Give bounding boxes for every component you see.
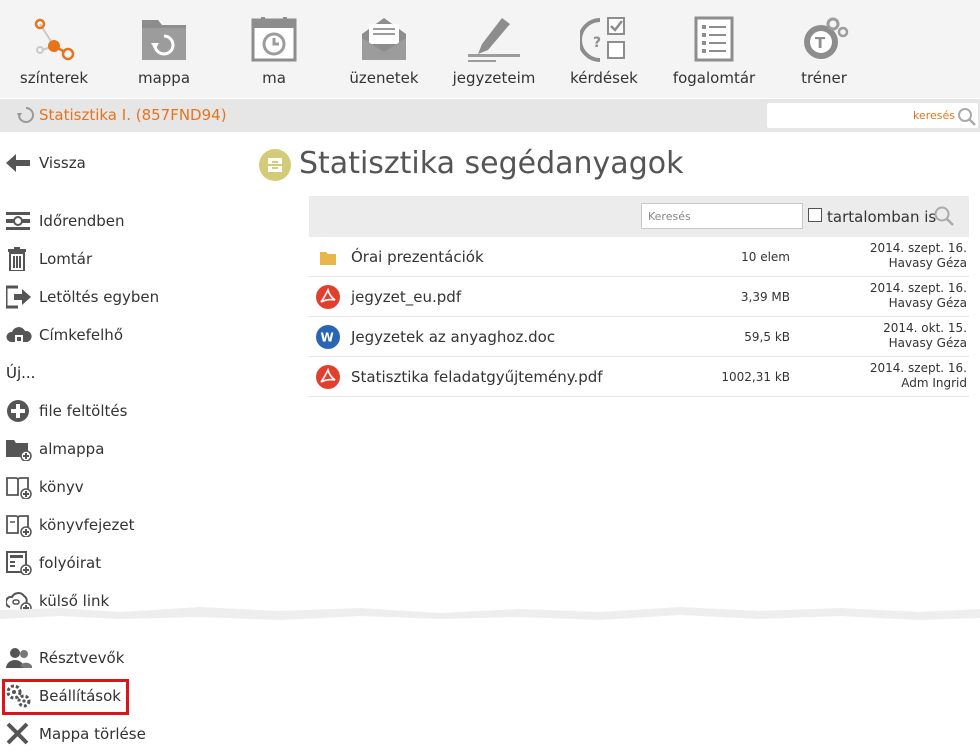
network-icon <box>34 18 75 61</box>
item-name[interactable]: jegyzet_eu.pdf <box>351 288 461 306</box>
toolbar-item-fogalomtar[interactable]: fogalomtár <box>664 0 764 98</box>
svg-text:T: T <box>815 34 826 52</box>
top-search-input[interactable] <box>771 106 955 125</box>
sidebar-item-label: folyóirat <box>39 554 102 572</box>
toolbar-item-jegyzeteim[interactable]: jegyzeteim <box>444 0 544 98</box>
top-search-box <box>767 103 978 128</box>
item-author: Havasy Géza <box>888 256 967 270</box>
item-date: 2014. szept. 16. <box>869 281 967 295</box>
search-icon[interactable] <box>957 107 976 126</box>
trash-icon <box>8 247 26 271</box>
pdf-icon <box>316 365 340 389</box>
chapter-add-icon <box>6 515 32 537</box>
pencil-icon <box>468 18 520 62</box>
download-export-icon <box>6 285 31 309</box>
sidebar-item-label: file feltöltés <box>39 402 128 420</box>
item-size: 10 elem <box>741 250 790 264</box>
calendar-clock-icon <box>251 17 297 62</box>
sidebar-item-label: Lomtár <box>39 250 93 268</box>
toolbar-item-szinterek[interactable]: színterek <box>4 0 104 98</box>
toolbar-item-uzenetek[interactable]: üzenetek <box>334 0 434 98</box>
pdf-icon <box>316 285 340 309</box>
sidebar-item-label: almappa <box>39 440 105 458</box>
search-icon[interactable] <box>934 206 954 226</box>
content-search-label: tartalomban is <box>827 208 937 226</box>
toolbar-label: üzenetek <box>349 69 419 87</box>
list-item[interactable]: W Jegyzetek az anyaghoz.doc 59,5 kB 2014… <box>309 317 969 357</box>
item-author: Havasy Géza <box>888 336 967 350</box>
item-date: 2014. szept. 16. <box>869 241 967 255</box>
word-icon: W <box>316 325 340 349</box>
list-search-input[interactable] <box>641 203 803 229</box>
toolbar-label: fogalomtár <box>672 69 756 87</box>
svg-text:W: W <box>321 331 334 345</box>
timeline-icon <box>6 212 30 230</box>
item-size: 59,5 kB <box>744 330 790 344</box>
settings-gears-icon <box>6 684 31 708</box>
sidebar-item-label: Letöltés egyben <box>39 288 160 306</box>
journal-add-icon <box>6 551 32 575</box>
toolbar-item-kerdesek[interactable]: ? kérdések <box>554 0 654 98</box>
envelope-icon <box>362 18 406 60</box>
new-section-heading: Új... <box>6 364 36 382</box>
toolbar-label: színterek <box>19 69 89 87</box>
toolbar-label: mappa <box>137 69 191 87</box>
tag-cloud-icon <box>6 327 32 343</box>
plus-circle-icon <box>7 400 29 422</box>
glossary-icon <box>694 16 734 62</box>
toolbar-label: tréner <box>801 69 847 87</box>
sidebar-item-label: Időrendben <box>39 212 125 230</box>
trainer-icon: T <box>804 17 849 59</box>
folder-refresh-icon <box>142 20 186 60</box>
list-item[interactable]: Órai prezentációk 10 elem 2014. szept. 1… <box>309 237 969 277</box>
sidebar-item-label: Résztvevők <box>39 649 125 667</box>
toolbar-label: ma <box>262 69 286 87</box>
back-label: Vissza <box>39 154 86 172</box>
item-name[interactable]: Jegyzetek az anyaghoz.doc <box>351 328 555 346</box>
book-add-icon <box>6 477 32 499</box>
torn-divider <box>0 607 980 620</box>
subfolder-add-icon <box>6 440 32 461</box>
sidebar-item-label: Mappa törlése <box>39 725 146 743</box>
sidebar-item-label: könyvfejezet <box>39 516 135 534</box>
quiz-icon: ? <box>580 17 625 62</box>
refresh-icon[interactable] <box>17 106 35 124</box>
list-item[interactable]: Statisztika feladatgyűjtemény.pdf 1002,3… <box>309 357 969 397</box>
item-name[interactable]: Órai prezentációk <box>351 248 484 266</box>
item-date: 2014. szept. 16. <box>869 361 967 375</box>
list-item[interactable]: jegyzet_eu.pdf 3,39 MB 2014. szept. 16. … <box>309 277 969 317</box>
page-title: Statisztika segédanyagok <box>299 146 684 181</box>
toolbar-item-mappa[interactable]: mappa <box>114 0 214 98</box>
sidebar-item-label: könyv <box>39 478 84 496</box>
participants-icon <box>6 648 32 668</box>
toolbar-item-ma[interactable]: ma <box>224 0 324 98</box>
top-toolbar: színterek mappa ma üzenetek jegyzeteim ?… <box>0 0 980 98</box>
sidebar-item-label: Beállítások <box>39 687 121 705</box>
breadcrumb[interactable]: Statisztika I. (857FND94) <box>39 106 227 124</box>
toolbar-item-trener[interactable]: T tréner <box>774 0 874 98</box>
item-date: 2014. okt. 15. <box>883 321 967 335</box>
item-name[interactable]: Statisztika feladatgyűjtemény.pdf <box>351 368 603 386</box>
svg-text:?: ? <box>593 35 601 51</box>
item-size: 3,39 MB <box>740 290 790 304</box>
arrow-left-icon <box>6 154 30 172</box>
item-size: 1002,31 kB <box>721 370 790 384</box>
folder-icon <box>320 252 336 265</box>
folder-archive-icon <box>259 149 291 181</box>
toolbar-label: kérdések <box>570 69 638 87</box>
content-search-checkbox[interactable] <box>808 208 822 222</box>
toolbar-label: jegyzeteim <box>452 69 536 87</box>
sidebar-item-label: Címkefelhő <box>39 326 123 344</box>
item-author: Havasy Géza <box>888 296 967 310</box>
delete-x-icon <box>6 722 29 745</box>
item-author: Adm Ingrid <box>901 376 967 390</box>
